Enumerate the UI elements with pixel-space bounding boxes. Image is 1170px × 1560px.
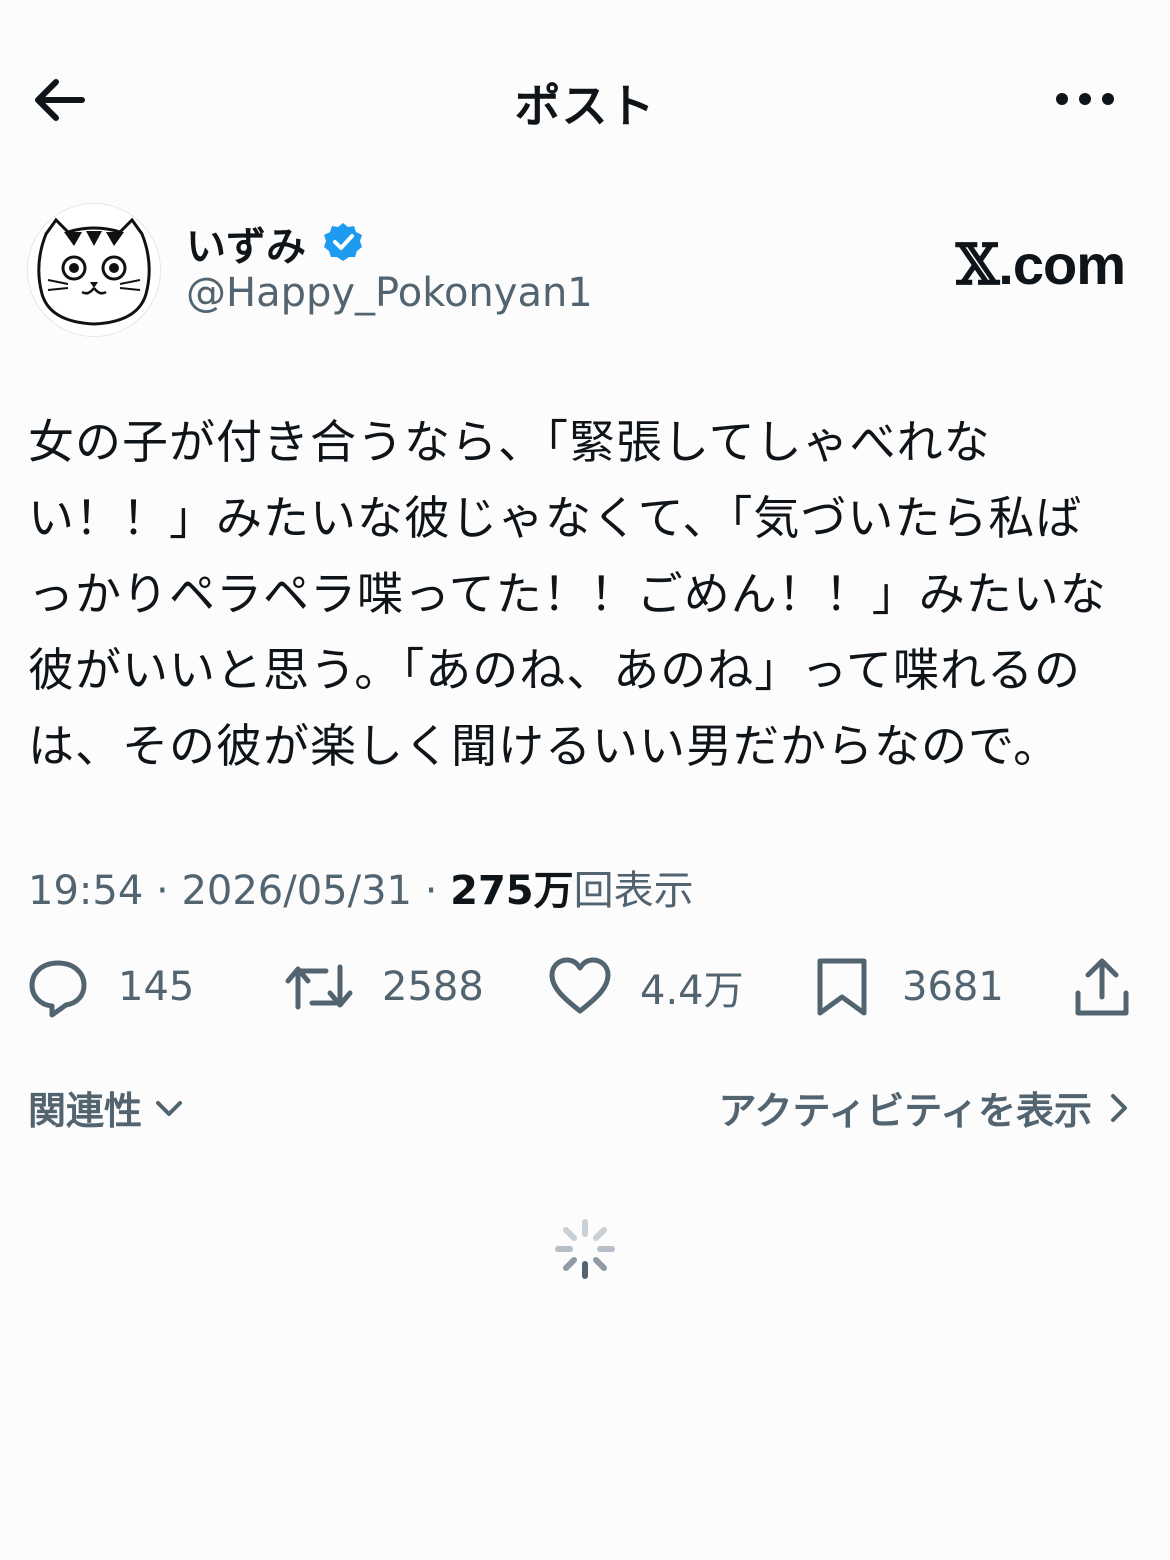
retweet-icon [285,964,353,1010]
heart-icon [549,957,611,1014]
like-button[interactable]: 4.4万 [548,950,744,1024]
loading-spinner-icon [555,1219,615,1279]
x-logo: 𝕏 [955,232,999,298]
activity-label: アクティビティを表示 [718,1089,1092,1133]
views-label: 回表示 [573,868,694,914]
post-time[interactable]: 19:54 [28,868,143,914]
bookmark-button[interactable]: 3681 [810,950,1004,1024]
retweet-button[interactable]: 2588 [284,950,484,1024]
user-handle[interactable]: @Happy_Pokonyan1 [186,270,593,316]
page-title: ポスト [514,79,656,133]
reply-count: 145 [118,964,195,1010]
chevron-down-icon [156,1100,183,1116]
post-date[interactable]: 2026/05/31 [181,868,412,914]
more-options-button[interactable] [1052,82,1118,116]
more-horizontal-icon [1056,93,1114,105]
display-name[interactable]: いずみ [186,214,306,272]
share-button[interactable] [1070,950,1134,1024]
cat-avatar-icon [28,204,160,336]
views-count: 275万 [450,868,574,914]
verified-badge-icon [324,223,362,261]
like-count: 4.4万 [640,968,744,1014]
retweet-count: 2588 [382,964,484,1010]
x-domain-text: .com [998,233,1126,296]
top-bar: ポスト [0,0,1170,200]
relevance-sort-dropdown[interactable]: 関連性 [28,1080,186,1135]
bookmark-icon [817,958,867,1016]
show-activity-link[interactable]: アクティビティを表示 [718,1080,1134,1135]
reply-button[interactable]: 145 [26,950,194,1024]
reply-icon [29,960,87,1018]
share-icon [1075,958,1129,1016]
avatar[interactable] [27,203,161,337]
meta-separator: · [143,868,182,914]
post-meta: 19:54 · 2026/05/31 · 275万回表示 [28,858,694,916]
reply-sort-row: 関連性 アクティビティを表示 [0,1080,1170,1140]
action-bar: 145 2588 4.4万 3681 [0,950,1170,1024]
x-com-watermark: 𝕏.com [925,232,1126,298]
meta-separator: · [411,868,451,914]
post-text: 女の子が付き合うなら、「緊張してしゃべれな い！！」みたいな彼じゃなくて、「気づ… [28,415,1107,773]
chevron-right-icon [1111,1093,1127,1122]
relevance-label: 関連性 [28,1089,143,1133]
bookmark-count: 3681 [902,964,1004,1010]
